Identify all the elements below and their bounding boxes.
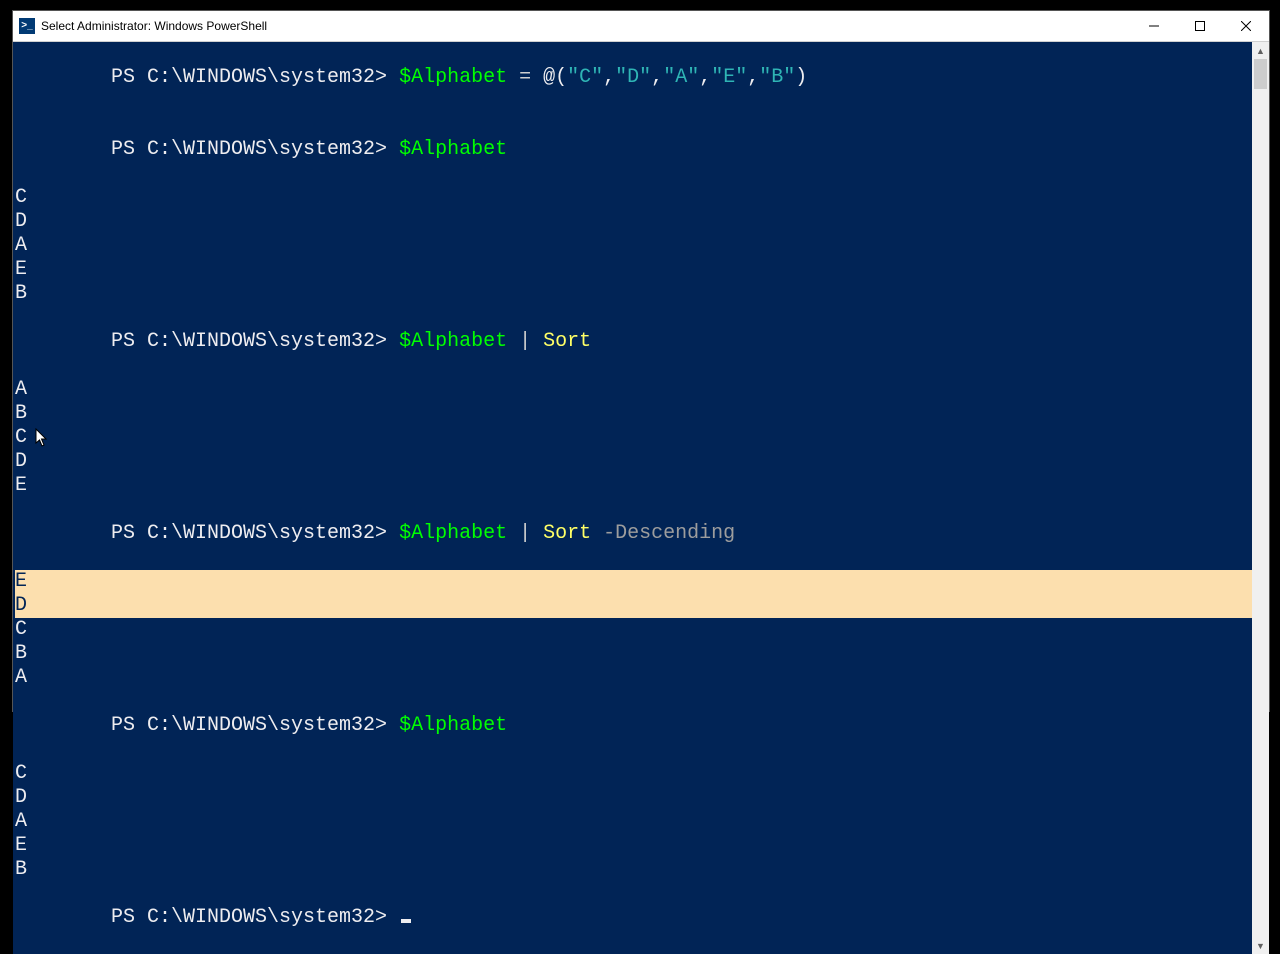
minimize-icon xyxy=(1149,21,1159,31)
command-token: Sort xyxy=(543,522,591,545)
maximize-icon xyxy=(1195,21,1205,31)
punctuation-token: @( xyxy=(543,66,567,89)
output-line: D xyxy=(13,786,1252,810)
variable-token: $Alphabet xyxy=(399,330,507,353)
scroll-up-button[interactable]: ▲ xyxy=(1252,42,1269,59)
punctuation-token: , xyxy=(699,66,711,89)
scroll-down-button[interactable]: ▼ xyxy=(1252,937,1269,954)
prompt-line: PS C:\WINDOWS\system32> $Alphabet | Sort xyxy=(13,306,1252,378)
pipe-token: | xyxy=(507,522,543,545)
output-line-selected: E xyxy=(13,570,1252,594)
pipe-token: | xyxy=(507,330,543,353)
string-token: "C" xyxy=(567,66,603,89)
variable-token: $Alphabet xyxy=(399,66,507,89)
prompt: PS C:\WINDOWS\system32> xyxy=(111,66,399,89)
text-cursor xyxy=(401,919,411,923)
prompt: PS C:\WINDOWS\system32> xyxy=(111,330,399,353)
output-line: A xyxy=(13,666,1252,690)
selected-text: E xyxy=(15,570,27,594)
string-token: "A" xyxy=(663,66,699,89)
prompt-line: PS C:\WINDOWS\system32> $Alphabet | Sort… xyxy=(13,498,1252,570)
output-line: E xyxy=(13,258,1252,282)
prompt-line: PS C:\WINDOWS\system32> $Alphabet = @("C… xyxy=(13,42,1252,114)
prompt-line: PS C:\WINDOWS\system32> $Alphabet xyxy=(13,114,1252,186)
window-title: Select Administrator: Windows PowerShell xyxy=(41,19,267,33)
prompt-line-current: PS C:\WINDOWS\system32> xyxy=(13,882,1252,954)
terminal[interactable]: PS C:\WINDOWS\system32> $Alphabet = @("C… xyxy=(13,42,1252,954)
powershell-icon: >_ xyxy=(19,18,35,34)
output-line: C xyxy=(13,426,1252,450)
output-line: C xyxy=(13,762,1252,786)
output-line: C xyxy=(13,186,1252,210)
output-line: B xyxy=(13,858,1252,882)
close-button[interactable] xyxy=(1223,11,1269,41)
selection-fill xyxy=(27,594,1252,618)
selected-text: D xyxy=(15,594,27,618)
string-token: "D" xyxy=(615,66,651,89)
output-line-selected: D xyxy=(13,594,1252,618)
output-line: A xyxy=(13,810,1252,834)
maximize-button[interactable] xyxy=(1177,11,1223,41)
variable-token: $Alphabet xyxy=(399,522,507,545)
output-line: C xyxy=(13,618,1252,642)
client-area: PS C:\WINDOWS\system32> $Alphabet = @("C… xyxy=(13,42,1269,954)
output-line: E xyxy=(13,474,1252,498)
variable-token: $Alphabet xyxy=(399,138,507,161)
prompt: PS C:\WINDOWS\system32> xyxy=(111,714,399,737)
minimize-button[interactable] xyxy=(1131,11,1177,41)
output-line: B xyxy=(13,282,1252,306)
vertical-scrollbar[interactable]: ▲ ▼ xyxy=(1252,42,1269,954)
scrollbar-track[interactable] xyxy=(1252,59,1269,937)
close-icon xyxy=(1241,21,1251,31)
parameter-token: -Descending xyxy=(603,522,735,545)
punctuation-token: , xyxy=(747,66,759,89)
prompt: PS C:\WINDOWS\system32> xyxy=(111,906,399,929)
powershell-window: >_ Select Administrator: Windows PowerSh… xyxy=(12,10,1270,712)
string-token: "E" xyxy=(711,66,747,89)
operator-token: = xyxy=(507,66,543,89)
selection-fill xyxy=(27,570,1252,594)
punctuation-token: ) xyxy=(795,66,807,89)
output-line: D xyxy=(13,450,1252,474)
prompt-line: PS C:\WINDOWS\system32> $Alphabet xyxy=(13,690,1252,762)
punctuation-token: , xyxy=(651,66,663,89)
output-line: A xyxy=(13,378,1252,402)
string-token: "B" xyxy=(759,66,795,89)
output-line: A xyxy=(13,234,1252,258)
output-line: B xyxy=(13,402,1252,426)
prompt: PS C:\WINDOWS\system32> xyxy=(111,138,399,161)
powershell-icon-glyph: >_ xyxy=(21,21,32,31)
punctuation-token: , xyxy=(603,66,615,89)
titlebar[interactable]: >_ Select Administrator: Windows PowerSh… xyxy=(13,11,1269,42)
variable-token: $Alphabet xyxy=(399,714,507,737)
prompt: PS C:\WINDOWS\system32> xyxy=(111,522,399,545)
scrollbar-thumb[interactable] xyxy=(1254,59,1267,89)
output-line: B xyxy=(13,642,1252,666)
output-line: E xyxy=(13,834,1252,858)
command-token: Sort xyxy=(543,330,591,353)
output-line: D xyxy=(13,210,1252,234)
